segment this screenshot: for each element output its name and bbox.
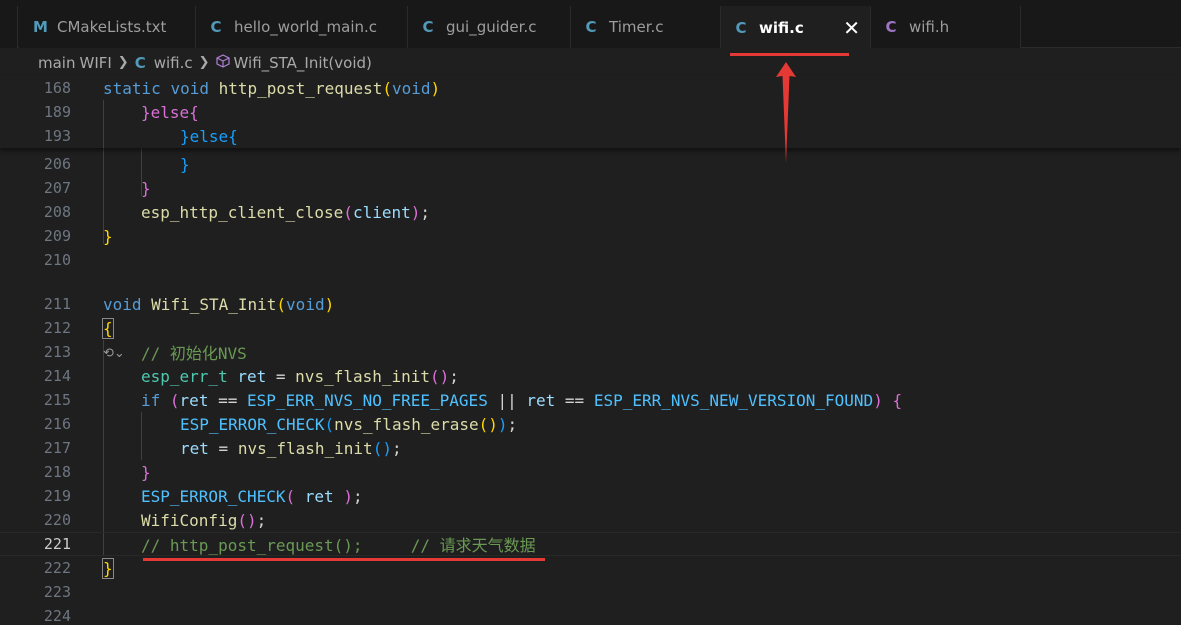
code-text: static void http_post_request(void) [103,78,441,98]
code-text: ret = nvs_flash_init(); [180,438,402,458]
tab-wifi-h[interactable]: C wifi.h [871,6,1021,48]
tab-underline-annotation [730,53,849,56]
breadcrumb-folder-main[interactable]: main [38,54,75,72]
line-number: 215 [43,391,71,409]
line-number: 193 [43,127,71,145]
code-line[interactable]: 214 esp_err_t ret = nvs_flash_init(); [0,364,1181,388]
tab-wifi-c[interactable]: C wifi.c ✕ [721,6,871,48]
comment-underline-annotation [143,558,545,561]
tab-hello-world-main[interactable]: C hello_world_main.c [196,6,408,48]
line-number: 189 [43,103,71,121]
line-number: 217 [43,439,71,457]
line-number: 224 [43,607,71,625]
sticky-line[interactable]: 193 }else{ [0,124,1181,148]
line-number: 208 [43,203,71,221]
code-text: } [102,557,114,579]
c-file-icon: C [585,18,597,36]
line-number: 218 [43,463,71,481]
sticky-scroll-header[interactable]: 168 static void http_post_request(void) … [0,76,1181,148]
code-text: } [103,226,113,246]
sticky-line[interactable]: 189 }else{ [0,100,1181,124]
tab-scroll-edge [0,6,18,48]
close-icon[interactable]: ✕ [843,18,860,38]
line-number: 168 [43,79,71,97]
code-text: ESP_ERROR_CHECK( ret ); [141,486,363,506]
line-number: 211 [43,295,71,313]
tab-label: gui_guider.c [446,18,537,36]
code-text: }else{ [141,102,199,122]
code-line[interactable]: 211 void Wifi_STA_Init(void) [0,292,1181,316]
tab-label: wifi.c [759,18,804,37]
tab-cmakelists[interactable]: M CMakeLists.txt [19,6,196,48]
code-text: if (ret == ESP_ERR_NVS_NO_FREE_PAGES || … [141,390,903,410]
breadcrumb: main WIFI ❯ C wifi.c ❯ Wifi_STA_Init(voi… [0,49,1181,76]
sticky-line[interactable]: 168 static void http_post_request(void) [0,76,1181,100]
line-number: 206 [43,155,71,173]
code-text: void Wifi_STA_Init(void) [103,294,335,314]
code-text: } [141,178,151,198]
header-file-icon: C [885,18,897,36]
line-number: 222 [43,559,71,577]
breadcrumb-file[interactable]: wifi.c [154,54,193,72]
tab-label: hello_world_main.c [234,18,378,36]
code-line[interactable]: 206 } [0,152,1181,176]
tab-label: wifi.h [909,18,950,36]
code-text: esp_err_t ret = nvs_flash_init(); [141,366,459,386]
line-number: 212 [43,319,71,337]
tab-timer[interactable]: C Timer.c [571,6,721,48]
c-file-icon: C [422,18,434,36]
code-line[interactable]: 207 } [0,176,1181,200]
tab-label: Timer.c [609,18,664,36]
code-line[interactable]: 208 esp_http_client_close(client); [0,200,1181,224]
code-line[interactable]: 218 } [0,460,1181,484]
line-number: 207 [43,179,71,197]
line-number: 213 [43,343,71,361]
code-line[interactable]: 216 ESP_ERROR_CHECK(nvs_flash_erase()); [0,412,1181,436]
code-comment: // 初始化NVS [141,344,247,363]
line-number: 210 [43,251,71,269]
code-line[interactable]: 212 { [0,316,1181,340]
code-text: WifiConfig(); [141,510,267,530]
line-number: 214 [43,367,71,385]
code-text: } [141,462,151,482]
code-editor[interactable]: 206 } 207 } 208 esp_http_client_close(cl… [0,76,1181,625]
c-file-icon: C [134,53,146,72]
cmake-file-icon: M [33,18,48,36]
line-number: 220 [43,511,71,529]
code-text: ESP_ERROR_CHECK(nvs_flash_erase()); [180,414,518,434]
code-line[interactable]: 215 if (ret == ESP_ERR_NVS_NO_FREE_PAGES… [0,388,1181,412]
code-line[interactable]: 224 [0,604,1181,625]
code-line[interactable]: 223 [0,580,1181,604]
code-line[interactable]: 217 ret = nvs_flash_init(); [0,436,1181,460]
line-number: 216 [43,415,71,433]
line-number: 223 [43,583,71,601]
code-line[interactable]: 210 [0,248,1181,272]
red-arrow-icon [776,62,796,163]
code-text: { [102,317,114,339]
code-line[interactable]: 219 ESP_ERROR_CHECK( ret ); [0,484,1181,508]
code-line[interactable]: 213 // 初始化NVS [0,340,1181,364]
c-file-icon: C [735,18,747,37]
breadcrumb-symbol[interactable]: Wifi_STA_Init(void) [234,54,372,72]
line-number: 219 [43,487,71,505]
code-text: } [180,154,190,174]
chevron-right-icon: ❯ [117,55,129,70]
breadcrumb-folder-wifi[interactable]: WIFI [79,54,111,72]
method-cube-icon [215,53,230,72]
tab-gui-guider[interactable]: C gui_guider.c [408,6,571,48]
code-line[interactable]: 220 WifiConfig(); [0,508,1181,532]
chevron-right-icon: ❯ [198,55,210,70]
code-line[interactable]: 209 } [0,224,1181,248]
line-number: 209 [43,227,71,245]
tab-label: CMakeLists.txt [57,18,167,36]
code-text: esp_http_client_close(client); [141,202,431,222]
editor-tab-bar: M CMakeLists.txt C hello_world_main.c C … [0,0,1181,48]
line-number: 221 [43,535,71,553]
code-line-current[interactable]: 221 // http_post_request(); // 请求天气数据 [0,532,1181,556]
code-text: }else{ [180,126,238,146]
code-comment: // http_post_request(); // 请求天气数据 [141,536,536,555]
c-file-icon: C [210,18,222,36]
